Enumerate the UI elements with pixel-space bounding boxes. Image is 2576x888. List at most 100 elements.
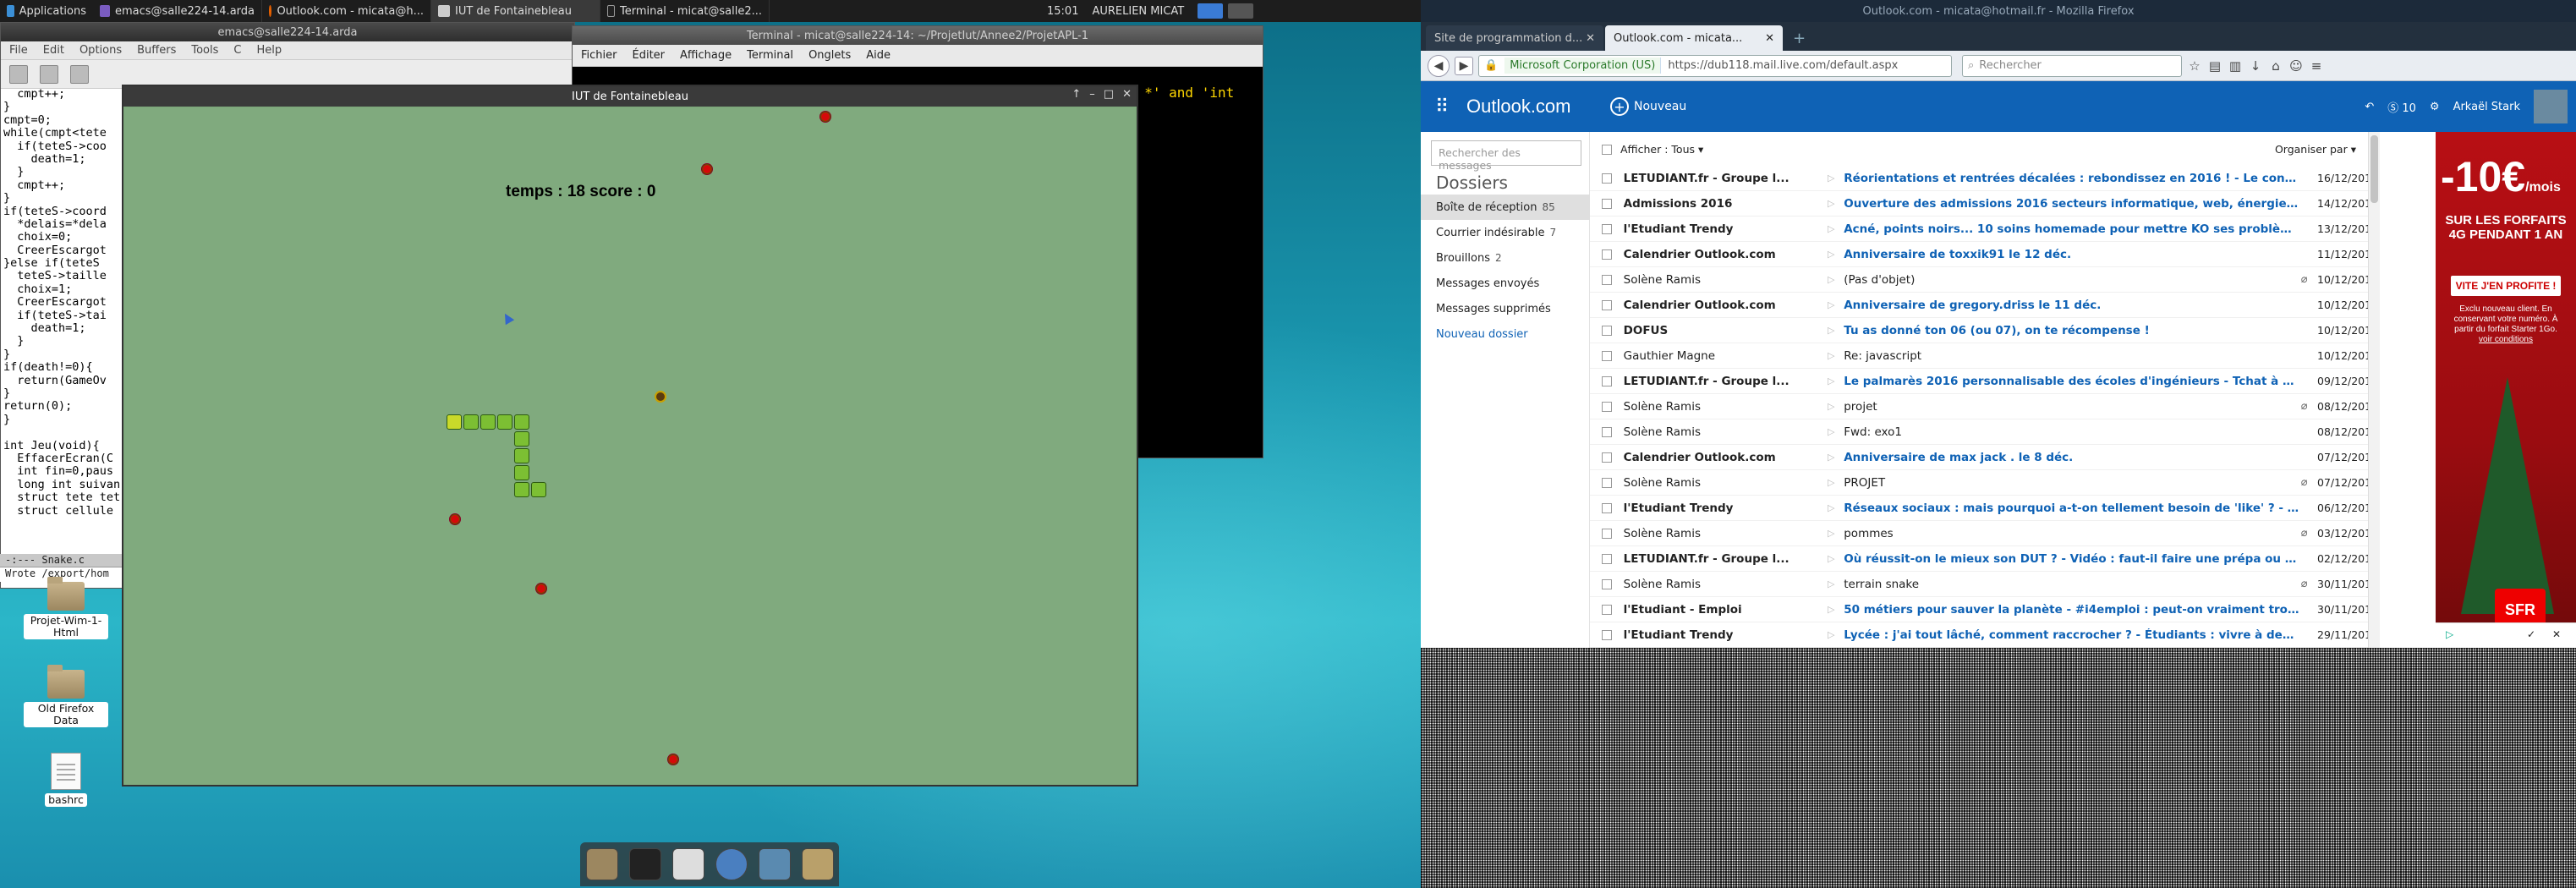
- folder-inbox[interactable]: Boîte de réception 85: [1421, 195, 1590, 220]
- flag-icon[interactable]: ▷: [1828, 401, 1844, 412]
- message-row[interactable]: Solène Ramis ▷ PROJET ⌀ 07/12/2015: [1590, 470, 2378, 496]
- desktop-icon-projet[interactable]: Projet-Wim-1-Html: [24, 577, 108, 639]
- firefox-titlebar[interactable]: Outlook.com - micata@hotmail.fr - Mozill…: [1421, 0, 2576, 22]
- flag-icon[interactable]: ▷: [1828, 426, 1844, 437]
- open-file-icon[interactable]: [40, 65, 58, 84]
- flag-icon[interactable]: ▷: [1828, 325, 1844, 336]
- row-checkbox[interactable]: [1602, 350, 1612, 361]
- flag-icon[interactable]: ▷: [1828, 375, 1844, 386]
- tab-outlook[interactable]: Outlook.com - micata... ✕: [1605, 25, 1783, 51]
- terminal-titlebar[interactable]: Terminal - micat@salle224-14: ~/ProjetIu…: [573, 26, 1263, 45]
- row-checkbox[interactable]: [1602, 426, 1612, 437]
- flag-icon[interactable]: ▷: [1828, 274, 1844, 285]
- forward-button[interactable]: ▶: [1455, 56, 1473, 75]
- home-icon[interactable]: ⌂: [2268, 58, 2283, 74]
- menu-affichage[interactable]: Affichage: [680, 49, 732, 62]
- message-row[interactable]: Solène Ramis ▷ (Pas d'objet) ⌀ 10/12/2015: [1590, 267, 2378, 293]
- menu-terminal[interactable]: Terminal: [747, 49, 793, 62]
- message-row[interactable]: Calendrier Outlook.com ▷ Anniversaire de m…: [1590, 445, 2378, 470]
- flag-icon[interactable]: ▷: [1828, 452, 1844, 463]
- flag-icon[interactable]: ▷: [1828, 502, 1844, 513]
- panel-clock[interactable]: 15:01: [1040, 0, 1085, 22]
- message-row[interactable]: l'Etudiant - Emploi ▷ 50 métiers pour sauv…: [1590, 597, 2378, 622]
- close-ad-icon[interactable]: ✕: [2552, 628, 2561, 640]
- close-icon[interactable]: ✕: [1122, 88, 1132, 101]
- new-file-icon[interactable]: [9, 65, 28, 84]
- minimize-icon[interactable]: –: [1089, 88, 1095, 101]
- applications-menu[interactable]: Applications: [0, 0, 93, 22]
- row-checkbox[interactable]: [1602, 223, 1612, 234]
- menu-file[interactable]: File: [9, 44, 28, 57]
- sort-dropdown[interactable]: Organiser par ▾: [2275, 143, 2356, 156]
- row-checkbox[interactable]: [1602, 578, 1612, 589]
- new-folder-link[interactable]: Nouveau dossier: [1436, 328, 1528, 341]
- emacs-titlebar[interactable]: emacs@salle224-14.arda: [1, 23, 574, 41]
- scrollbar-thumb[interactable]: [2370, 135, 2378, 203]
- settings-gear-icon[interactable]: ⚙: [2430, 101, 2440, 113]
- menu-help[interactable]: Help: [256, 44, 282, 57]
- row-checkbox[interactable]: [1602, 401, 1612, 412]
- message-row[interactable]: Solène Ramis ▷ projet ⌀ 08/12/2015: [1590, 394, 2378, 419]
- undo-icon[interactable]: ↶: [2365, 101, 2374, 113]
- maximize-icon[interactable]: □: [1104, 88, 1114, 101]
- download-icon[interactable]: ↓: [2248, 58, 2263, 74]
- message-row[interactable]: l'Etudiant Trendy ▷ Lycée : j'ai tout lâch…: [1590, 622, 2378, 648]
- mail-search-input[interactable]: Rechercher des messages: [1431, 140, 1581, 172]
- flag-icon[interactable]: ▷: [1828, 528, 1844, 539]
- new-message-button[interactable]: + Nouveau: [1610, 97, 1686, 116]
- text-editor-icon[interactable]: [671, 848, 704, 880]
- desktop-icon-old-firefox[interactable]: Old Firefox Data: [24, 665, 108, 727]
- user-name[interactable]: Arkaël Stark: [2453, 101, 2520, 113]
- game-canvas[interactable]: temps : 18 score : 0: [125, 108, 1135, 785]
- folder-sent[interactable]: Messages envoyés: [1421, 271, 1590, 296]
- close-tab-icon[interactable]: ✕: [1586, 32, 1595, 45]
- maximize-up-icon[interactable]: ↑: [1072, 88, 1081, 101]
- message-row[interactable]: Solène Ramis ▷ Fwd: exo1 08/12/2015: [1590, 419, 2378, 445]
- code-buffer[interactable]: cmpt++;} cmpt=0; while(cmpt<tete if(teteS-…: [3, 87, 130, 518]
- skype-icon[interactable]: Ⓢ 10: [2387, 99, 2416, 115]
- task-game[interactable]: IUT de Fontainebleau: [431, 0, 600, 22]
- message-row[interactable]: LETUDIANT.fr - Groupe l... ▷ Le palmarès 2…: [1590, 369, 2378, 394]
- message-list-scrollbar[interactable]: [2368, 132, 2380, 648]
- folder-deleted[interactable]: Messages supprimés: [1421, 296, 1590, 321]
- menu-editer[interactable]: Éditer: [633, 49, 666, 62]
- message-row[interactable]: DOFUS ▷ Tu as donné ton 06 (ou 07), on te …: [1590, 318, 2378, 343]
- check-icon[interactable]: ✓: [2527, 628, 2535, 640]
- row-checkbox[interactable]: [1602, 629, 1612, 640]
- workspace-1[interactable]: [1198, 3, 1224, 19]
- row-checkbox[interactable]: [1602, 198, 1612, 209]
- message-row[interactable]: Admissions 2016 ▷ Ouverture des admissions…: [1590, 191, 2378, 217]
- home-folder-icon[interactable]: [585, 848, 618, 880]
- app-launcher-icon[interactable]: ⠿: [1421, 81, 1463, 132]
- row-checkbox[interactable]: [1602, 502, 1612, 513]
- menu-c[interactable]: C: [233, 44, 241, 57]
- row-checkbox[interactable]: [1602, 553, 1612, 564]
- folder-junk[interactable]: Courrier indésirable 7: [1421, 220, 1590, 245]
- menu-fichier[interactable]: Fichier: [581, 49, 617, 62]
- filter-dropdown[interactable]: Afficher : Tous ▾: [1602, 143, 1703, 156]
- terminal-icon[interactable]: [628, 848, 661, 880]
- game-titlebar[interactable]: IUT de Fontainebleau ↑ – □ ✕: [123, 86, 1137, 107]
- task-emacs[interactable]: emacs@salle224-14.arda: [93, 0, 262, 22]
- folder-icon[interactable]: [801, 848, 834, 880]
- message-row[interactable]: Solène Ramis ▷ terrain snake ⌀ 30/11/2015: [1590, 572, 2378, 597]
- flag-icon[interactable]: ▷: [1828, 249, 1844, 260]
- message-row[interactable]: LETUDIANT.fr - Groupe l... ▷ Réorientation…: [1590, 166, 2378, 191]
- game-window[interactable]: IUT de Fontainebleau ↑ – □ ✕ temps : 18 …: [122, 85, 1138, 787]
- row-checkbox[interactable]: [1602, 173, 1612, 184]
- flag-icon[interactable]: ▷: [1828, 553, 1844, 564]
- new-tab-button[interactable]: +: [1784, 25, 1814, 51]
- url-bar[interactable]: 🔒 Microsoft Corporation (US) https://dub…: [1478, 54, 1952, 77]
- search-bar[interactable]: ⌕ Rechercher: [1962, 54, 2182, 77]
- message-row[interactable]: Calendrier Outlook.com ▷ Anniversaire de g…: [1590, 293, 2378, 318]
- reading-list-icon[interactable]: ▤: [2207, 58, 2222, 74]
- desktop-icon-bashrc[interactable]: bashrc: [24, 753, 108, 807]
- panel-user[interactable]: AURELIEN MICAT: [1085, 0, 1191, 22]
- row-checkbox[interactable]: [1602, 299, 1612, 310]
- row-checkbox[interactable]: [1602, 325, 1612, 336]
- row-checkbox[interactable]: [1602, 249, 1612, 260]
- message-row[interactable]: Solène Ramis ▷ pommes ⌀ 03/12/2015: [1590, 521, 2378, 546]
- chat-icon[interactable]: ☺: [2288, 58, 2304, 74]
- row-checkbox[interactable]: [1602, 477, 1612, 488]
- menu-buffers[interactable]: Buffers: [137, 44, 176, 57]
